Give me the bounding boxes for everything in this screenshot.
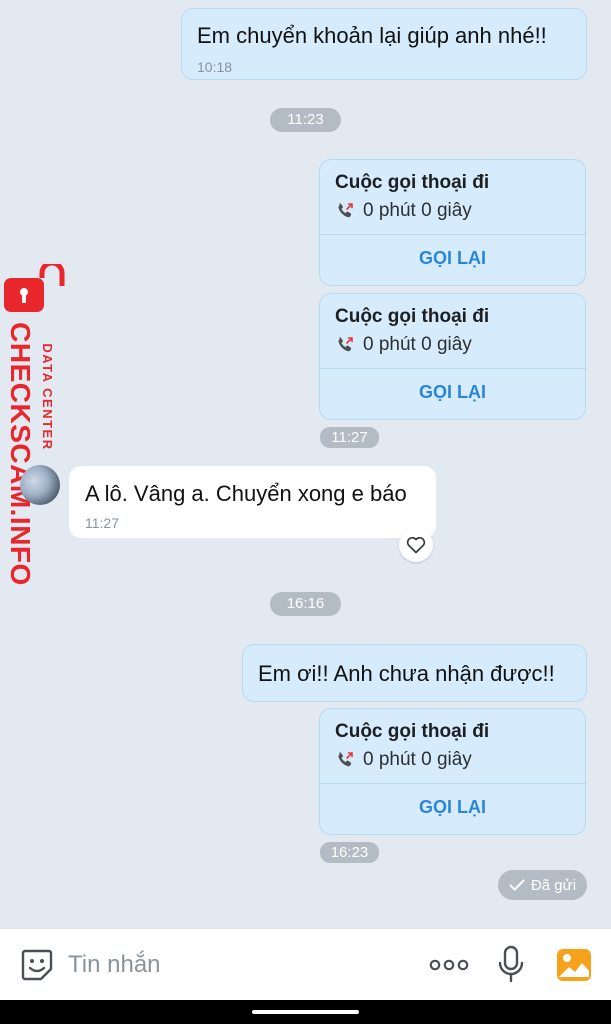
gallery-icon[interactable] <box>555 947 593 983</box>
message-composer: Tin nhắn <box>0 928 611 1001</box>
system-navigation-bar <box>0 1000 611 1024</box>
message-bubble-incoming[interactable]: A lô. Vâng a. Chuyển xong e báo 11:27 <box>69 466 436 538</box>
call-card[interactable]: Cuộc gọi thoại đi 0 phút 0 giây GỌI LẠI <box>319 293 586 420</box>
message-text: Em ơi!! Anh chưa nhận được!! <box>258 661 555 686</box>
message-text: A lô. Vâng a. Chuyển xong e báo <box>85 481 407 506</box>
call-back-button[interactable]: GỌI LẠI <box>320 248 585 269</box>
divider <box>320 234 585 235</box>
check-icon <box>509 879 525 891</box>
time-divider: 16:16 <box>270 592 341 616</box>
divider <box>320 783 585 784</box>
message-bubble-outgoing[interactable]: Em ơi!! Anh chưa nhận được!! <box>242 644 587 702</box>
message-time-pill: 16:23 <box>320 842 379 863</box>
call-duration: 0 phút 0 giây <box>363 200 472 221</box>
message-text: Em chuyển khoản lại giúp anh nhé!! <box>197 23 547 48</box>
call-card[interactable]: Cuộc gọi thoại đi 0 phút 0 giây GỌI LẠI <box>319 159 586 286</box>
sticker-icon[interactable] <box>19 947 55 983</box>
divider <box>320 368 585 369</box>
call-title: Cuộc gọi thoại đi <box>335 172 490 193</box>
call-duration: 0 phút 0 giây <box>363 749 472 770</box>
message-input[interactable]: Tin nhắn <box>68 951 161 979</box>
sent-status-badge: Đã gửi <box>498 870 587 900</box>
watermark-tagline: DATA CENTER <box>40 343 55 451</box>
call-back-button[interactable]: GỌI LẠI <box>320 797 585 818</box>
lock-icon <box>4 264 65 312</box>
sent-status-text: Đã gửi <box>530 876 577 894</box>
message-bubble-outgoing[interactable]: Em chuyển khoản lại giúp anh nhé!! 10:18 <box>181 8 587 80</box>
time-divider: 11:23 <box>270 108 341 132</box>
heart-icon <box>406 536 426 554</box>
watermark: CHECKSCAM.INFO DATA CENTER <box>2 264 68 586</box>
call-card[interactable]: Cuộc gọi thoại đi 0 phút 0 giây GỌI LẠI <box>319 708 586 835</box>
watermark-brand: CHECKSCAM.INFO <box>5 322 36 586</box>
microphone-icon[interactable] <box>497 945 525 985</box>
phone-outgoing-icon <box>338 752 353 767</box>
message-time: 10:18 <box>197 59 233 75</box>
message-time: 11:27 <box>85 515 119 531</box>
call-title: Cuộc gọi thoại đi <box>335 306 490 327</box>
call-duration: 0 phút 0 giây <box>363 334 472 355</box>
more-icon[interactable] <box>429 959 469 971</box>
phone-outgoing-icon <box>338 337 353 352</box>
home-indicator[interactable] <box>252 1010 359 1014</box>
call-back-button[interactable]: GỌI LẠI <box>320 382 585 403</box>
phone-outgoing-icon <box>338 203 353 218</box>
call-title: Cuộc gọi thoại đi <box>335 721 490 742</box>
avatar[interactable] <box>20 465 60 505</box>
chat-area[interactable]: Em chuyển khoản lại giúp anh nhé!! 10:18… <box>0 0 611 928</box>
react-button[interactable] <box>399 528 433 562</box>
message-time-pill: 11:27 <box>320 427 379 448</box>
